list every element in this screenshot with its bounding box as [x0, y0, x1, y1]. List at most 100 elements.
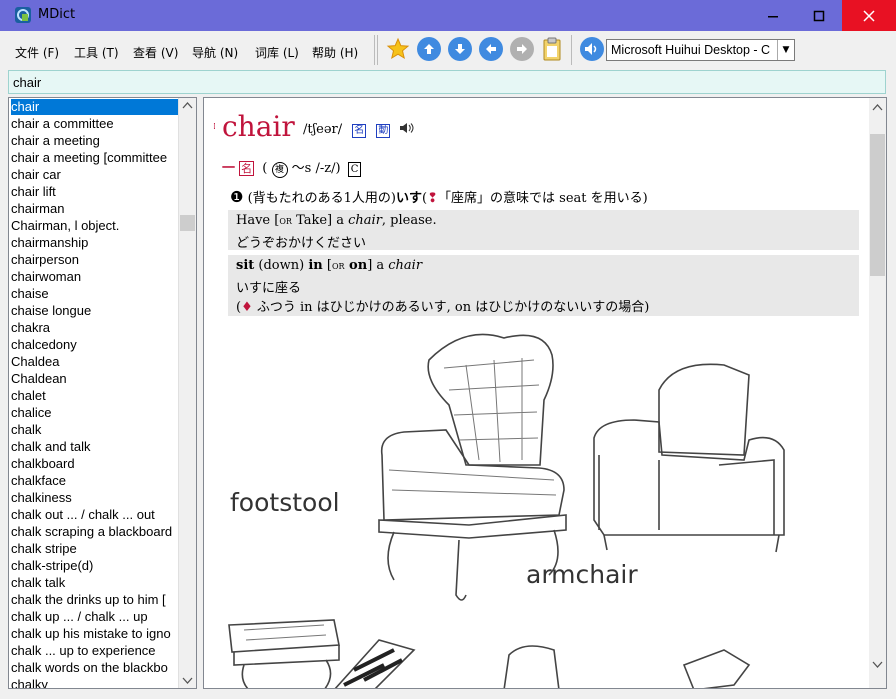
scroll-up-icon[interactable] [869, 100, 886, 116]
arrow-left-icon [486, 44, 496, 54]
example-block-2: sit (down) in [OR on] a chair いすに座る (♦ ふ… [228, 255, 859, 316]
voice-select-value: Microsoft Huihui Desktop - C [611, 43, 771, 57]
chair-illustration: footstool armchair [204, 320, 868, 688]
arrow-down-icon [455, 44, 465, 54]
anchor-marker-icon: ⁞ [213, 122, 216, 132]
word-list-item[interactable]: chalcedony [11, 337, 179, 353]
word-list-item[interactable]: chalet [11, 388, 179, 404]
favorite-button[interactable] [386, 37, 410, 61]
word-list-item[interactable]: chalk up his mistake to igno [11, 626, 179, 642]
menu-navigate[interactable]: 导航 (N) [192, 44, 238, 61]
word-list-item[interactable]: chalk [11, 422, 179, 438]
word-list-item[interactable]: chaise longue [11, 303, 179, 319]
star-icon [386, 37, 410, 60]
pos-badge-verb[interactable]: 動 [376, 124, 391, 138]
menu-tools[interactable]: 工具 (T) [74, 44, 119, 61]
word-list-item[interactable]: chair a meeting [11, 133, 179, 149]
close-button[interactable] [842, 0, 896, 31]
search-input-value: chair [13, 75, 42, 90]
arrow-right-icon [517, 44, 527, 54]
back-button[interactable] [479, 37, 503, 61]
title-bar: MDict [0, 0, 896, 31]
audio-icon[interactable] [399, 122, 417, 134]
example-1-english: Have [OR Take] a chair, please. [236, 213, 437, 228]
pos-marker: 一 [222, 161, 236, 176]
word-list-item[interactable]: chalk stripe [11, 541, 179, 557]
headword: chair [222, 110, 295, 143]
word-list-item[interactable]: chalk scraping a blackboard [11, 524, 179, 540]
menu-view[interactable]: 查看 (V) [133, 44, 178, 61]
word-list-item[interactable]: chalky [11, 677, 179, 688]
pos-line: 一 名 ( 複 ～s /-z/) C [222, 157, 362, 178]
sense-number: ❶ [230, 188, 244, 206]
sense-translation: いす [396, 191, 423, 206]
previous-entry-button[interactable] [417, 37, 441, 61]
chevron-down-icon[interactable]: ▼ [777, 40, 794, 60]
word-list-item[interactable]: chalkiness [11, 490, 179, 506]
word-list-item[interactable]: chairman [11, 201, 179, 217]
maximize-button[interactable] [796, 0, 842, 31]
word-list-item[interactable]: chairmanship [11, 235, 179, 251]
scrollbar-thumb[interactable] [870, 134, 885, 276]
word-list-item[interactable]: chaise [11, 286, 179, 302]
word-list-item[interactable]: chairperson [11, 252, 179, 268]
speak-button[interactable] [580, 37, 604, 61]
word-list-item[interactable]: chalk-stripe(d) [11, 558, 179, 574]
definition-pane[interactable]: ⁞ chair /tʃeər/ 名 動 一 名 ( 複 ～s /-z/) C ❶… [203, 97, 887, 689]
folding-chair [682, 649, 751, 688]
menu-file[interactable]: 文件 (F) [15, 44, 59, 61]
word-list-item[interactable]: Chaldea [11, 354, 179, 370]
toolbar-separator [374, 35, 375, 65]
window-title: MDict [38, 7, 76, 22]
example-block-1: Have [OR Take] a chair, please. どうぞおかけくだ… [228, 210, 859, 251]
word-list-item[interactable]: chalk ... up to experience [11, 643, 179, 659]
word-list-item[interactable]: chalk talk [11, 575, 179, 591]
clipboard-icon [543, 37, 561, 61]
word-list-scrollbar[interactable] [178, 98, 196, 688]
definition-scrollbar[interactable] [869, 98, 886, 688]
word-list-item[interactable]: chalkboard [11, 456, 179, 472]
menu-help[interactable]: 帮助 (H) [312, 44, 358, 61]
minimize-icon [768, 15, 778, 17]
next-entry-button[interactable] [448, 37, 472, 61]
word-list-item[interactable]: chair lift [11, 184, 179, 200]
word-list-item[interactable]: Chairman, l object. [11, 218, 179, 234]
word-list-item[interactable]: Chaldean [11, 371, 179, 387]
toolbar-separator [571, 35, 572, 65]
example-2-japanese: いすに座る [236, 281, 302, 296]
scroll-down-icon[interactable] [179, 672, 196, 688]
toolbar-separator [377, 35, 378, 65]
word-list-item[interactable]: chalk words on the blackbo [11, 660, 179, 676]
word-list[interactable]: chair chair a committee chair a meeting cha… [8, 97, 197, 689]
menu-library[interactable]: 词库 (L) [255, 44, 299, 61]
word-list-item[interactable]: chakra [11, 320, 179, 336]
word-list-item[interactable]: chalk and talk [11, 439, 179, 455]
word-list-item[interactable]: chalkface [11, 473, 179, 489]
word-list-item[interactable]: chalk up ... / chalk ... up [11, 609, 179, 625]
word-list-item[interactable]: chair [11, 99, 179, 115]
forward-button[interactable] [510, 37, 534, 61]
example-2-note: (♦ ふつう in はひじかけのあるいす, on はひじかけのないいすの場合) [236, 300, 650, 315]
pos-badge-noun[interactable]: 名 [352, 124, 367, 138]
scrollbar-thumb[interactable] [180, 215, 195, 231]
mdict-app-icon [15, 7, 31, 23]
wingback-back [427, 333, 554, 466]
word-list-item[interactable]: chalice [11, 405, 179, 421]
word-list-item[interactable]: chair a committee [11, 116, 179, 132]
scroll-down-icon[interactable] [869, 656, 886, 672]
note-marker-icon: ❢ [427, 191, 439, 206]
scroll-up-icon[interactable] [179, 98, 196, 114]
arrow-up-icon [424, 44, 434, 54]
plural-marker: 複 [271, 162, 288, 178]
word-list-item[interactable]: chalk out ... / chalk ... out [11, 507, 179, 523]
word-list-item[interactable]: chalk the drinks up to him [ [11, 592, 179, 608]
example-1-japanese: どうぞおかけください [236, 236, 367, 251]
word-list-item[interactable]: chairwoman [11, 269, 179, 285]
armchair-body [593, 419, 785, 536]
search-input[interactable]: chair [8, 70, 886, 94]
word-list-item[interactable]: chair car [11, 167, 179, 183]
voice-select[interactable]: Microsoft Huihui Desktop - C ▼ [606, 39, 795, 61]
minimize-button[interactable] [750, 0, 796, 31]
word-list-item[interactable]: chair a meeting [committee [11, 150, 179, 166]
clipboard-button[interactable] [540, 37, 564, 61]
